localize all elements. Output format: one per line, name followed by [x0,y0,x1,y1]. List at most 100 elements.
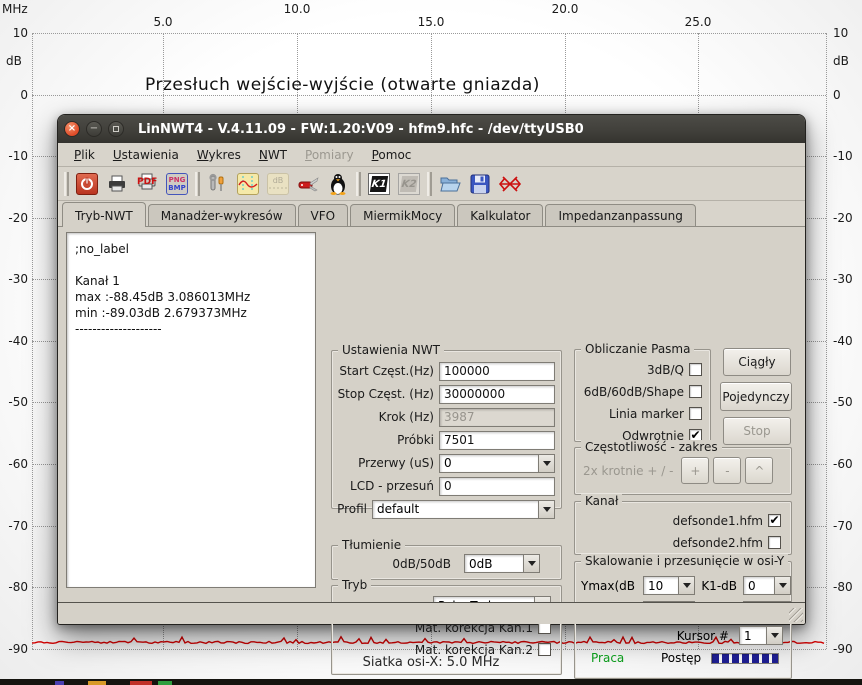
maximize-button[interactable] [108,121,124,137]
przerwy-label: Przerwy (uS) [336,456,439,470]
tabbar: Tryb-NWT Manadżer-wykresów VFO MiermikMo… [58,201,805,227]
group-title: Skalowanie i przesunięcie w osi-Y [581,554,788,568]
minimize-button[interactable]: − [86,121,102,137]
close-button[interactable]: × [64,121,80,137]
menu-nwt[interactable]: NWT [251,145,295,165]
bottom-taskbar[interactable] [0,679,862,685]
ymax-label: Ymax(dB [581,579,639,593]
profil-combo[interactable]: default [372,500,555,519]
sweep-curve-icon [237,173,259,195]
resize-grip[interactable] [789,608,803,622]
chevron-down-icon [771,633,779,638]
tab-tryb-nwt[interactable]: Tryb-NWT [62,202,146,227]
menu-ustawienia[interactable]: Ustawienia [105,145,187,165]
tab-impedanzanpassung[interactable]: Impedanzanpassung [545,204,695,226]
settings-tools-button[interactable] [204,170,232,198]
multi-tool-button[interactable] [294,170,322,198]
probki-input[interactable]: 7501 [439,431,555,450]
statusbar [58,602,805,624]
defsonde2-checkbox[interactable] [768,536,781,549]
probki-label: Próbki [336,433,439,447]
open-file-button[interactable] [436,170,464,198]
group-czestotliwosc-zakres: Częstotliwość - zakres 2x krotnie + / - … [574,447,792,495]
sweep-graph-button[interactable] [234,170,262,198]
toolbar-separator [427,172,432,196]
dropdown-button[interactable] [538,500,555,519]
tab-miermikmocy[interactable]: MiermikMocy [350,204,455,226]
defsonde1-label: defsonde1.hfm [673,514,763,528]
db-scale-icon: dB [267,173,289,195]
k1-db-label: K1-dB [699,579,739,593]
open-folder-icon [439,174,461,194]
ciagly-button[interactable]: Ciągły [723,348,791,376]
print-pdf-button[interactable]: PDF [133,170,161,198]
group-title: Tryb [338,578,371,592]
k1-db-combo[interactable]: 0 [743,576,791,595]
group-tryb: Tryb PełnyTryb Mat. korekcja Kan.1 Mat. … [331,585,562,675]
titlebar[interactable]: × − LinNWT4 - V.4.11.09 - FW:1.20:V09 - … [58,115,805,143]
chevron-down-icon [543,507,551,512]
span-button[interactable] [496,170,524,198]
quit-button[interactable] [73,170,101,198]
freq-plus-button: + [681,457,709,484]
korekcja-kan2-checkbox[interactable] [538,643,551,656]
menu-plik[interactable]: Plik [66,145,103,165]
lcd-input[interactable]: 0 [439,477,555,496]
tab-vfo[interactable]: VFO [298,204,349,226]
dropdown-button[interactable] [678,576,695,595]
toolbar-separator [356,172,361,196]
taskbar-icon-1[interactable] [55,681,64,685]
save-file-button[interactable] [466,170,494,198]
dropdown-button[interactable] [774,576,791,595]
group-title: Częstotliwość - zakres [581,440,722,454]
k1-correction-button[interactable]: K1 [365,170,393,198]
measurement-log[interactable]: ;no_label Kanał 1 max :-88.45dB 3.086013… [66,232,316,588]
pojedynczy-button[interactable]: Pojedynczy [720,382,792,411]
taskbar-icon-2[interactable] [88,681,106,685]
chevron-down-icon [528,561,536,566]
chevron-down-icon [543,461,551,466]
stop-freq-input[interactable]: 30000000 [439,385,555,404]
taskbar-icon-4[interactable] [158,681,172,685]
przerwy-combo[interactable]: 0 [439,454,555,473]
freq-range-label: 2x krotnie + / - [583,464,673,478]
tab-content: ;no_label Kanał 1 max :-88.45dB 3.086013… [58,227,805,600]
tab-kalkulator[interactable]: Kalkulator [457,204,543,226]
printer-icon [106,173,128,195]
kursor-combo[interactable]: 1 [739,626,783,645]
group-kanal: Kanał defsonde1.hfm defsonde2.hfm [574,501,792,555]
3db-q-checkbox[interactable] [689,363,702,376]
linia-marker-checkbox[interactable] [689,407,702,420]
progress-bar [711,653,779,664]
defsonde1-checkbox[interactable] [768,514,781,527]
stop-button: Stop [723,417,791,445]
attenuator-combo[interactable]: 0dB [464,554,540,573]
tux-penguin-icon [328,173,348,195]
profil-label: Profil [336,502,372,516]
taskbar-icon-3[interactable] [130,681,152,685]
linux-button[interactable] [324,170,352,198]
export-image-button[interactable]: PNG BMP [163,170,191,198]
dropdown-button[interactable] [523,554,540,573]
print-button[interactable] [103,170,131,198]
6db-60db-shape-checkbox[interactable] [689,385,702,398]
printer-pdf-icon: PDF [136,171,158,197]
toolbar-handle [64,172,69,196]
3db-q-label: 3dB/Q [647,363,684,377]
dropdown-button[interactable] [766,626,783,645]
praca-status: Praca [581,651,651,665]
db-scale-button: dB [264,170,292,198]
k2-icon: K2 [398,173,420,195]
freq-minus-button: - [713,457,741,484]
group-title: Kanał [581,494,622,508]
power-icon [76,173,98,195]
k2-correction-button: K2 [395,170,423,198]
menu-wykres[interactable]: Wykres [189,145,249,165]
chevron-down-icon [683,583,691,588]
dropdown-button[interactable] [538,454,555,473]
start-freq-input[interactable]: 100000 [439,362,555,381]
menu-pomoc[interactable]: Pomoc [364,145,420,165]
floppy-disk-icon [470,174,490,194]
ymax-combo[interactable]: 10 [643,576,695,595]
tab-manadzer-wykresow[interactable]: Manadżer-wykresów [148,204,296,226]
